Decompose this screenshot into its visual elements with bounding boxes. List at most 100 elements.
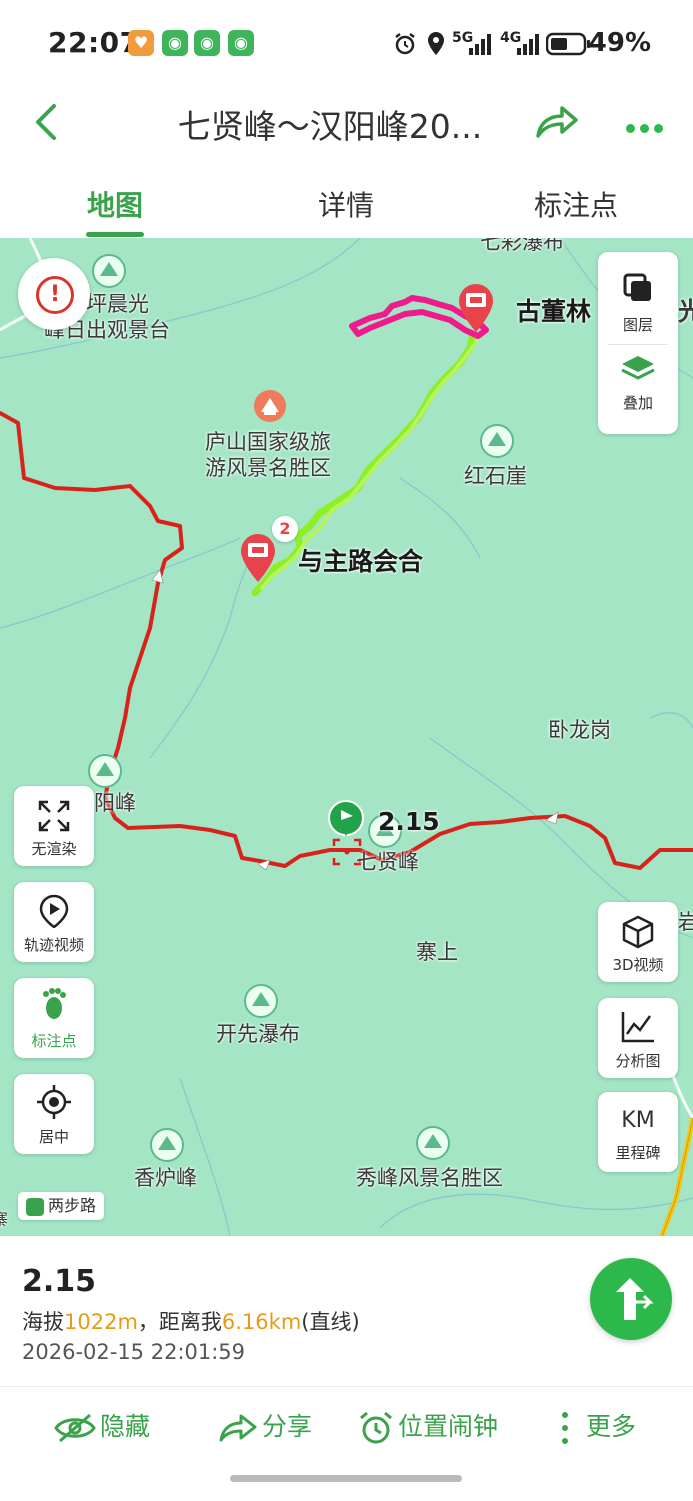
hide-button[interactable]: 隐藏: [54, 1407, 150, 1443]
battery-percent: 49%: [588, 28, 651, 58]
no-render-button[interactable]: 无渲染: [14, 786, 94, 866]
point-title: 2.15: [22, 1264, 97, 1299]
tab-details[interactable]: 详情: [318, 184, 374, 224]
map-label-guang: 光: [678, 297, 693, 326]
green-app-icon: ◉: [162, 30, 188, 56]
location-alarm-label: 位置闹钟: [398, 1412, 499, 1441]
alert-button[interactable]: !: [18, 258, 90, 330]
map-label-wolonggang: 卧龙岗: [548, 718, 611, 742]
alarm-clock-icon: [360, 1411, 392, 1444]
footprint-icon: [43, 988, 66, 1019]
map-label-zhaishang: 寨上: [416, 940, 458, 964]
location-icon: [428, 32, 444, 55]
map-label-point-value: 2.15: [378, 807, 440, 836]
play-icon: [39, 894, 69, 928]
center-button[interactable]: 居中: [14, 1074, 94, 1154]
map-label-gudonglin: 古董林: [516, 297, 592, 326]
share-icon[interactable]: [534, 102, 580, 142]
distance-prefix: ，距离我: [137, 1310, 222, 1334]
track-video-label: 轨迹视频: [23, 936, 84, 954]
layers-label[interactable]: 图层: [598, 314, 678, 335]
tab-map[interactable]: 地图: [87, 184, 143, 224]
eye-off-icon: [54, 1413, 96, 1443]
brand-name: 两步路: [48, 1196, 97, 1215]
more-button[interactable]: 更多: [556, 1407, 636, 1446]
video-3d-button[interactable]: 3D视频: [598, 902, 678, 982]
green-app-icon: ◉: [194, 30, 220, 56]
navigate-arrow-icon: [616, 1278, 654, 1320]
scenic-area-icon[interactable]: [252, 388, 288, 424]
status-bar: 22:07 ♥ ◉ ◉ ◉ 5G 4G 49%: [0, 0, 693, 88]
map-label-kaixian: 开先瀑布: [216, 1022, 300, 1046]
more-label: 更多: [586, 1412, 637, 1441]
km-label: KM: [621, 1108, 655, 1133]
altitude-value: 1022m: [64, 1310, 138, 1334]
map-label-xiufeng: 秀峰风景名胜区: [356, 1166, 503, 1190]
altitude-prefix: 海拔: [22, 1310, 64, 1334]
center-label: 居中: [38, 1128, 69, 1146]
overlay-label[interactable]: 叠加: [598, 392, 678, 413]
map-label-lushan-2: 游风景名胜区: [205, 456, 331, 480]
layers-icon[interactable]: [622, 272, 654, 304]
battery-icon: [546, 32, 590, 56]
no-render-label: 无渲染: [31, 840, 77, 858]
share-label: 分享: [262, 1412, 313, 1441]
map-label-edge-left: 寨: [0, 1210, 9, 1229]
tab-bar: 地图 详情 标注点: [0, 160, 693, 239]
mountain-poi-icon[interactable]: [480, 424, 514, 458]
mountain-poi-icon[interactable]: [416, 1126, 450, 1160]
map-label-yangfeng: 阳峰: [94, 791, 136, 815]
analysis-button[interactable]: 分析图: [598, 998, 678, 1078]
map-view[interactable]: 七彩瀑布 仰天坪晨光 峰日出观景台 古董林 光 庐山国家级旅 游风景名胜区 红石…: [0, 238, 693, 1236]
page-title: 七贤峰～汉阳峰20...: [177, 107, 483, 146]
cube-icon: [622, 915, 654, 949]
share-icon: [219, 1414, 257, 1442]
map-label-xianglufeng: 香炉峰: [134, 1166, 197, 1190]
photo-marker-icon[interactable]: [456, 282, 496, 334]
map-label-qixianfeng: 七贤峰: [356, 850, 419, 874]
tab-annotations[interactable]: 标注点: [534, 184, 618, 224]
navigate-button[interactable]: [590, 1258, 672, 1340]
mountain-poi-icon[interactable]: [150, 1128, 184, 1162]
tab-active-indicator: [86, 232, 144, 237]
map-label-edge-right: 岩: [678, 910, 693, 934]
annotations-button[interactable]: 标注点: [14, 978, 94, 1058]
locate-icon: [37, 1085, 71, 1119]
heart-app-icon: ♥: [128, 30, 154, 56]
share-button[interactable]: 分享: [218, 1407, 312, 1444]
chevron-left-icon[interactable]: [30, 102, 64, 142]
expand-icon: [38, 800, 70, 832]
signal-icon: [517, 34, 539, 55]
bottom-action-bar: 隐藏 分享 位置闹钟 更多: [0, 1386, 693, 1501]
track-video-button[interactable]: 轨迹视频: [14, 882, 94, 962]
green-app-icon: ◉: [228, 30, 254, 56]
point-altitude-distance: 海拔1022m，距离我6.16km(直线): [22, 1306, 360, 1336]
map-label-lushan-1: 庐山国家级旅: [205, 430, 331, 454]
chart-icon: [621, 1012, 654, 1043]
location-alarm-button[interactable]: 位置闹钟: [358, 1407, 498, 1445]
alarm-icon: [395, 33, 415, 55]
brand-badge: 两步路: [18, 1192, 105, 1220]
overlay-icon[interactable]: [620, 354, 656, 384]
signal-icon: [469, 34, 491, 55]
annotations-label: 标注点: [31, 1032, 77, 1050]
point-info-panel: 2.15 海拔1022m，距离我6.16km(直线) 2026-02-15 22…: [0, 1236, 693, 1386]
home-indicator[interactable]: [230, 1475, 462, 1482]
distance-suffix: (直线): [301, 1310, 360, 1334]
mountain-poi-icon[interactable]: [244, 984, 278, 1018]
map-label-yuzhulu: 与主路会合: [298, 547, 424, 576]
brand-logo-icon: [26, 1197, 44, 1216]
milestones-label: 里程碑: [615, 1144, 661, 1162]
map-label-qicai: 七彩瀑布: [480, 238, 564, 254]
mountain-poi-icon[interactable]: [88, 754, 122, 788]
distance-value: 6.16km: [221, 1310, 302, 1334]
layers-overlay-panel: 图层 叠加: [598, 252, 678, 434]
photo-marker-icon[interactable]: [238, 532, 278, 584]
marker-count-badge: 2: [272, 516, 298, 542]
status-time: 22:07: [48, 26, 140, 59]
mountain-poi-icon[interactable]: [92, 254, 126, 288]
point-timestamp: 2026-02-15 22:01:59: [22, 1340, 246, 1364]
milestones-button[interactable]: KM 里程碑: [598, 1092, 678, 1172]
map-label-hongshiya: 红石崖: [464, 464, 527, 488]
more-dots-icon[interactable]: [626, 118, 668, 137]
